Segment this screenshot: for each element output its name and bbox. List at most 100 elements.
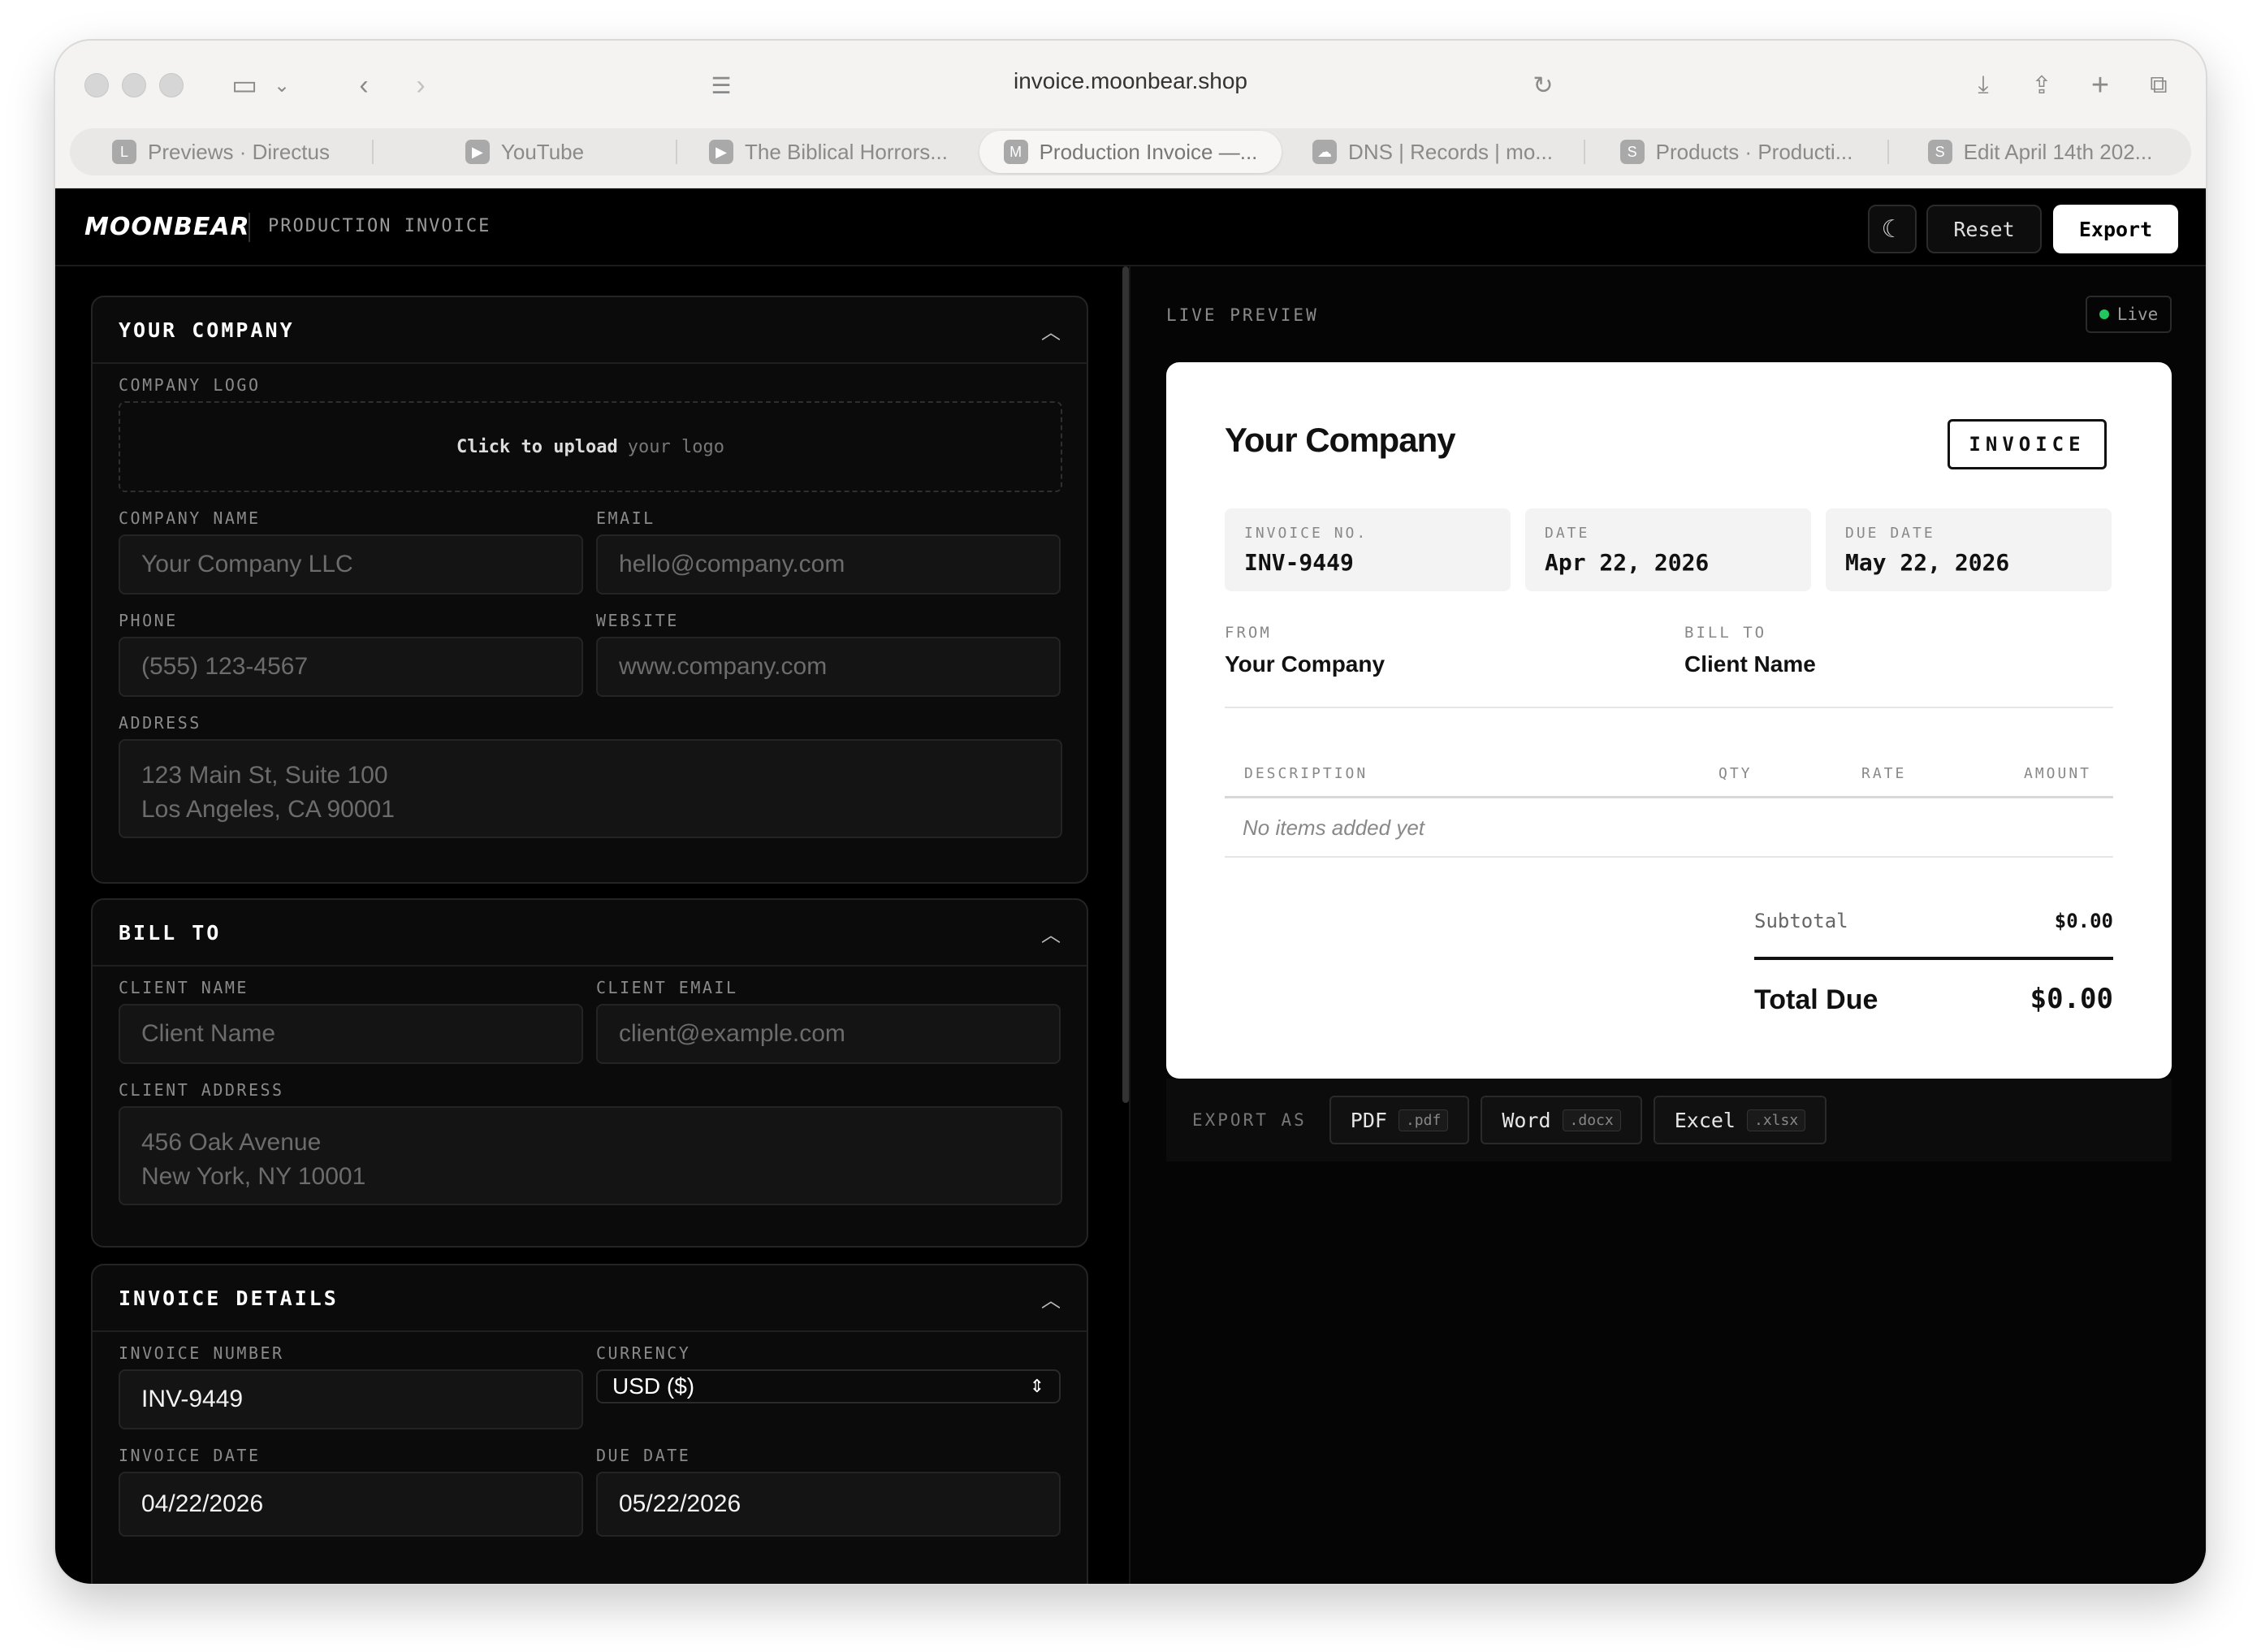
invoice-details-panel-header[interactable]: INVOICE DETAILS ︿ (93, 1265, 1087, 1332)
tab-overview-icon[interactable]: ⧉ (2141, 65, 2177, 106)
select-arrows-icon: ⇕ (1029, 1376, 1044, 1396)
page-title: PRODUCTION INVOICE (268, 216, 491, 236)
total-divider (1754, 957, 2113, 960)
client-name-input[interactable]: Client Name (119, 1004, 583, 1064)
from-value: Your Company (1225, 651, 1386, 677)
live-badge: Live (2086, 296, 2172, 333)
tab-products[interactable]: S Products · Producti... (1585, 131, 1887, 173)
reload-icon[interactable]: ↻ (1527, 65, 1559, 106)
field-label: COMPANY LOGO (119, 375, 261, 395)
export-pdf-button[interactable]: PDF .pdf (1329, 1096, 1470, 1144)
invoice-details-panel: INVOICE DETAILS ︿ INVOICE NUMBER INV-944… (91, 1264, 1088, 1584)
field-label: CLIENT ADDRESS (119, 1080, 284, 1100)
field-label: CLIENT NAME (119, 978, 249, 997)
table-header-rule (1225, 796, 2113, 798)
moon-icon: ☾ (1881, 215, 1904, 243)
field-label: COMPANY NAME (119, 508, 261, 528)
tab-production-invoice[interactable]: M Production Invoice —... (979, 131, 1282, 173)
chevron-up-icon[interactable]: ︿ (1041, 1284, 1061, 1313)
company-panel: YOUR COMPANY ︿ COMPANY LOGO Click to upl… (91, 296, 1088, 884)
chevron-up-icon[interactable]: ︿ (1041, 316, 1061, 344)
panel-title: YOUR COMPANY (119, 318, 295, 342)
meta-invoice-number: INVOICE NO. INV-9449 (1225, 508, 1511, 591)
section-divider (1225, 707, 2113, 708)
form-scrollbar[interactable] (1122, 266, 1129, 1103)
field-label: EMAIL (596, 508, 655, 528)
export-word-button[interactable]: Word .docx (1481, 1096, 1642, 1144)
column-header-description: DESCRIPTION (1244, 765, 1368, 782)
invoice-date-input[interactable]: 04/22/2026 (119, 1472, 583, 1537)
subtotal-value: $0.00 (2054, 910, 2113, 932)
client-email-input[interactable]: client@example.com (596, 1004, 1061, 1064)
tab-previews-directus[interactable]: L Previews · Directus (70, 131, 372, 173)
total-due-label: Total Due (1754, 984, 1878, 1015)
currency-select[interactable]: USD ($) ⇕ (596, 1369, 1061, 1403)
field-label: CLIENT EMAIL (596, 978, 738, 997)
export-ext-badge: .docx (1562, 1109, 1621, 1131)
tab-favicon-icon: M (1003, 140, 1028, 164)
field-label: INVOICE DATE (119, 1446, 261, 1465)
tab-youtube[interactable]: ▶ YouTube (374, 131, 676, 173)
due-date-input[interactable]: 05/22/2026 (596, 1472, 1061, 1537)
invoice-app: MOONBEAR PRODUCTION INVOICE ☾ Reset Expo… (55, 188, 2206, 1584)
preview-column: LIVE PREVIEW Live Your Company INVOICE I… (1130, 266, 2206, 1584)
tab-dns-records[interactable]: ☁ DNS | Records | mo... (1282, 131, 1584, 173)
invoice-preview: Your Company INVOICE INVOICE NO. INV-944… (1166, 362, 2172, 1079)
panel-title: INVOICE DETAILS (119, 1286, 339, 1310)
meta-date: DATE Apr 22, 2026 (1525, 508, 1811, 591)
field-label: PHONE (119, 611, 178, 630)
export-format-label: PDF (1350, 1108, 1387, 1132)
company-name-input[interactable]: Your Company LLC (119, 534, 583, 595)
browser-window: ▭ ⌄ ‹ › ☰ invoice.moonbear.shop ↻ ⤓ ⇪ + … (55, 41, 2206, 1584)
bill-to-panel-header[interactable]: BILL TO ︿ (93, 900, 1087, 967)
field-label: DUE DATE (596, 1446, 691, 1465)
invoice-number-input[interactable]: INV-9449 (119, 1369, 583, 1429)
tab-favicon-icon: S (1619, 140, 1645, 164)
meta-key: DATE (1545, 525, 1590, 542)
tab-label: Previews · Directus (148, 139, 330, 164)
share-icon[interactable]: ⇪ (2024, 65, 2060, 106)
tab-label: The Biblical Horrors... (745, 139, 948, 164)
address-bar[interactable]: invoice.moonbear.shop (55, 68, 2206, 94)
bill-to-value: Client Name (1684, 651, 1816, 677)
panel-title: BILL TO (119, 920, 222, 945)
theme-toggle-button[interactable]: ☾ (1868, 205, 1917, 253)
client-address-textarea[interactable]: 456 Oak Avenue New York, NY 10001 (119, 1106, 1062, 1205)
address-line: Los Angeles, CA 90001 (141, 796, 395, 823)
tab-biblical-horrors[interactable]: ▶ The Biblical Horrors... (677, 131, 979, 173)
company-address-textarea[interactable]: 123 Main St, Suite 100 Los Angeles, CA 9… (119, 739, 1062, 838)
bill-to-panel: BILL TO ︿ CLIENT NAME Client Name CLIENT… (91, 898, 1088, 1248)
address-line: 456 Oak Avenue (141, 1129, 322, 1156)
tab-label: YouTube (500, 139, 585, 164)
column-header-amount: AMOUNT (2024, 765, 2092, 782)
preview-company-name: Your Company (1225, 421, 1456, 459)
field-label: INVOICE NUMBER (119, 1343, 284, 1363)
meta-value: May 22, 2026 (1845, 549, 2010, 576)
header-divider (249, 213, 250, 242)
chevron-up-icon[interactable]: ︿ (1041, 919, 1061, 947)
export-ext-badge: .xlsx (1746, 1109, 1806, 1131)
download-icon[interactable]: ⤓ (1965, 65, 2001, 106)
export-excel-button[interactable]: Excel .xlsx (1653, 1096, 1827, 1144)
bill-to-label: BILL TO (1684, 624, 1767, 642)
company-panel-header[interactable]: YOUR COMPANY ︿ (93, 297, 1087, 364)
export-label: EXPORT AS (1192, 1110, 1307, 1130)
export-button[interactable]: Export (2053, 205, 2178, 253)
company-email-input[interactable]: hello@company.com (596, 534, 1061, 595)
meta-key: DUE DATE (1845, 525, 1935, 542)
tab-edit-april[interactable]: S Edit April 14th 202... (1889, 131, 2191, 173)
company-website-input[interactable]: www.company.com (596, 637, 1061, 697)
new-tab-icon[interactable]: + (2082, 65, 2118, 106)
live-badge-label: Live (2116, 305, 2159, 324)
reset-button[interactable]: Reset (1926, 205, 2042, 253)
empty-items-message: No items added yet (1243, 815, 1425, 840)
tab-label: Production Invoice —... (1039, 139, 1258, 164)
logo-upload-area[interactable]: Click to upload your logo (119, 401, 1062, 492)
preview-label: LIVE PREVIEW (1166, 305, 1319, 325)
column-header-qty: QTY (1718, 765, 1753, 782)
tab-bar: L Previews · Directus ▶ YouTube ▶ The Bi… (70, 128, 2191, 175)
total-due-value: $0.00 (2030, 983, 2113, 1015)
column-header-rate: RATE (1861, 765, 1907, 782)
from-label: FROM (1225, 624, 1272, 642)
company-phone-input[interactable]: (555) 123-4567 (119, 637, 583, 697)
